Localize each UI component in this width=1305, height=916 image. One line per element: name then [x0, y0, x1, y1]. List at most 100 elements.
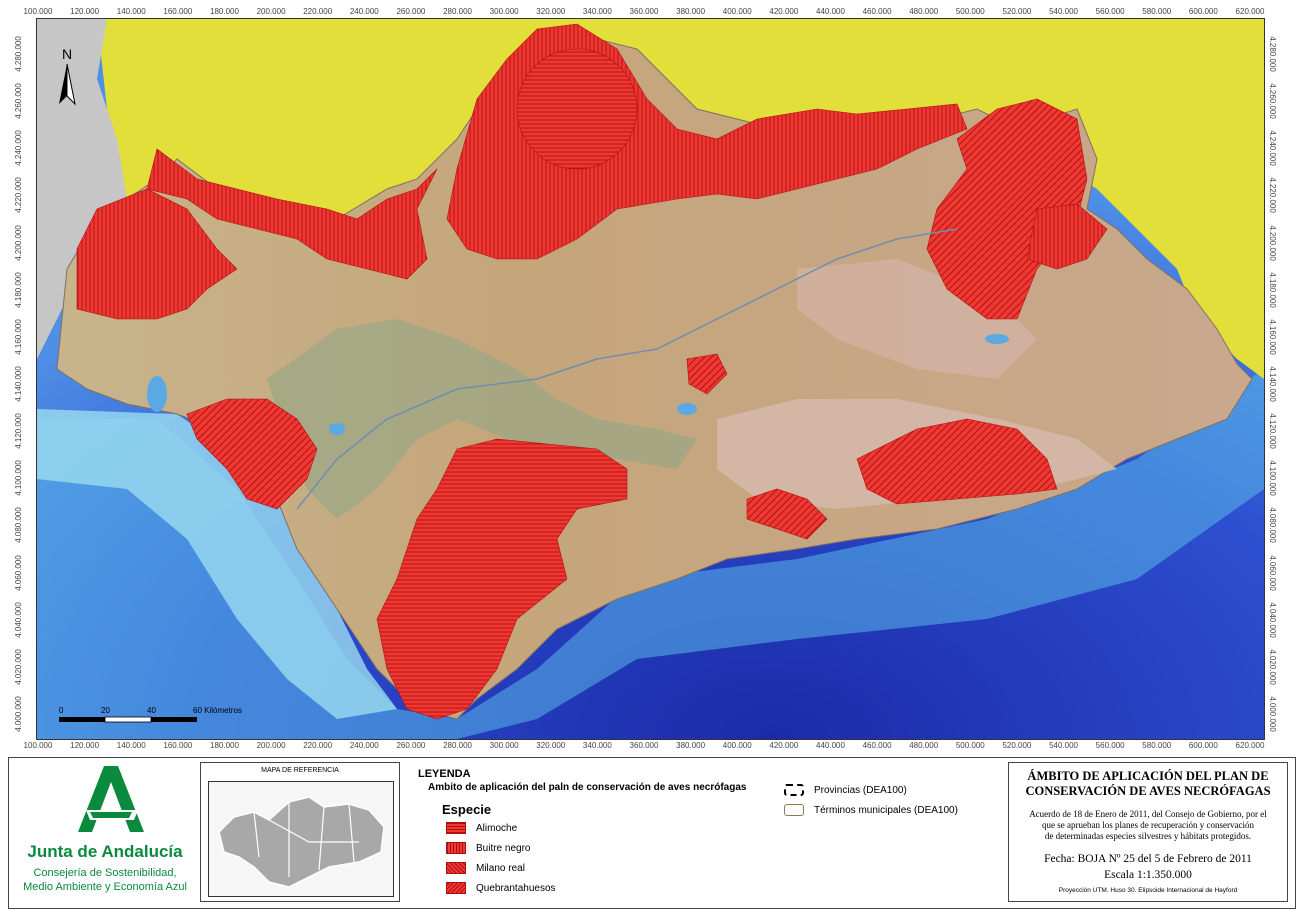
legend-label-quebrantahuesos: Quebrantahuesos: [476, 882, 556, 894]
map-canvas[interactable]: N 0 20 40 60 Kilómetros: [37, 19, 1264, 739]
org-name: Junta de Andalucía: [27, 842, 183, 861]
legend-item-quebrantahuesos: Quebrantahuesos: [446, 882, 556, 894]
x-tick-top: 120.000: [70, 7, 100, 16]
x-tick-top: 220.000: [303, 7, 333, 16]
x-tick-bottom: 160.000: [163, 741, 193, 750]
x-tick-bottom: 380.000: [676, 741, 706, 750]
reference-map-panel: MAPA DE REFERENCIA: [200, 762, 400, 902]
department-line2: Medio Ambiente y Economía Azul: [23, 881, 187, 893]
legend-item-terminos: Términos municipales (DEA100): [784, 804, 958, 816]
y-tick-left: 4.000.000: [14, 696, 23, 732]
x-tick-bottom: 400.000: [722, 741, 752, 750]
logo-block: Junta de Andalucía Consejería de Sosteni…: [20, 762, 190, 902]
y-tick-left: 4.260.000: [14, 83, 23, 119]
swatch-milano-real: [446, 862, 466, 874]
x-tick-bottom: 220.000: [303, 741, 333, 750]
y-tick-right: 4.160.000: [1268, 319, 1277, 355]
x-tick-top: 400.000: [722, 7, 752, 16]
legend-label-terminos: Términos municipales (DEA100): [814, 804, 958, 816]
y-tick-right: 4.220.000: [1268, 177, 1277, 214]
x-tick-bottom: 320.000: [536, 741, 566, 750]
x-tick-top: 240.000: [349, 7, 379, 16]
projection-line: Proyección UTM. Huso 30. Elipsoide Inter…: [1058, 887, 1238, 894]
x-tick-top: 580.000: [1142, 7, 1172, 16]
swatch-quebrantahuesos: [446, 882, 466, 894]
y-tick-left: 4.020.000: [14, 649, 23, 685]
x-tick-top: 600.000: [1188, 7, 1218, 16]
x-tick-bottom: 360.000: [629, 741, 659, 750]
x-tick-bottom: 180.000: [209, 741, 239, 750]
y-tick-right: 4.260.000: [1268, 83, 1277, 119]
x-tick-bottom: 580.000: [1142, 741, 1172, 750]
x-tick-top: 420.000: [769, 7, 799, 16]
y-tick-right: 4.200.000: [1268, 224, 1277, 261]
y-tick-right: 4.040.000: [1268, 601, 1277, 638]
y-tick-left: 4.220.000: [14, 177, 23, 214]
x-tick-top: 380.000: [676, 7, 706, 16]
x-tick-bottom: 340.000: [582, 741, 612, 750]
y-tick-left: 4.120.000: [14, 413, 23, 449]
x-tick-bottom: 420.000: [769, 741, 799, 750]
x-tick-bottom: 100.000: [23, 741, 53, 750]
x-tick-top: 440.000: [815, 7, 845, 16]
scale-line: Escala 1:1.350.000: [1104, 869, 1192, 881]
x-tick-bottom: 260.000: [396, 741, 426, 750]
y-tick-left: 4.080.000: [14, 507, 23, 544]
scale-label-0: 0: [59, 706, 64, 715]
x-tick-top: 460.000: [862, 7, 892, 16]
y-tick-left: 4.280.000: [14, 36, 23, 72]
x-tick-bottom: 300.000: [489, 741, 519, 750]
area-alimoche-circle[interactable]: [516, 48, 638, 170]
x-tick-bottom: 540.000: [1049, 741, 1078, 750]
x-tick-top: 340.000: [582, 7, 612, 16]
x-tick-top: 620.000: [1235, 7, 1265, 16]
x-tick-top: 540.000: [1049, 7, 1078, 16]
y-tick-left: 4.240.000: [14, 130, 23, 167]
y-tick-right: 4.180.000: [1268, 271, 1277, 308]
map-frame[interactable]: N 0 20 40 60 Kilómetros: [36, 18, 1265, 740]
legend-species-heading: Especie: [442, 802, 492, 817]
scale-label-40: 40: [147, 706, 156, 715]
scale-label-60: 60 Kilómetros: [193, 706, 242, 715]
x-tick-bottom: 500.000: [955, 741, 985, 750]
date-line: Fecha: BOJA Nº 25 del 5 de Febrero de 20…: [1044, 853, 1252, 865]
x-tick-top: 300.000: [489, 7, 519, 16]
desc-line1: Acuerdo de 18 de Enero de 2011, del Cons…: [1029, 809, 1267, 819]
x-tick-top: 280.000: [443, 7, 472, 16]
y-tick-left: 4.200.000: [14, 224, 23, 261]
y-tick-right: 4.120.000: [1268, 413, 1277, 449]
reference-map-shape: [218, 796, 385, 888]
swatch-buitre-negro: [446, 842, 466, 854]
y-tick-right: 4.080.000: [1268, 507, 1277, 544]
desc-line2: que se aprueban los planes de recuperaci…: [1042, 820, 1254, 830]
swatch-alimoche: [446, 822, 466, 834]
x-tick-bottom: 620.000: [1235, 741, 1265, 750]
legend-panel: LEYENDA Ambito de aplicación del paln de…: [408, 762, 1000, 902]
x-tick-bottom: 280.000: [443, 741, 472, 750]
x-tick-bottom: 520.000: [1002, 741, 1032, 750]
swatch-provincias: [784, 784, 804, 796]
y-tick-left: 4.040.000: [14, 601, 23, 638]
legend-title: LEYENDA: [418, 768, 471, 780]
y-tick-left: 4.100.000: [14, 460, 23, 497]
x-tick-bottom: 480.000: [909, 741, 939, 750]
legend-label-buitre-negro: Buitre negro: [476, 842, 531, 854]
legend-item-buitre-negro: Buitre negro: [446, 842, 530, 854]
x-tick-top: 260.000: [396, 7, 426, 16]
x-tick-top: 560.000: [1095, 7, 1125, 16]
reference-map-inset[interactable]: [208, 781, 394, 897]
y-tick-right: 4.140.000: [1268, 366, 1277, 402]
x-tick-top: 100.000: [23, 7, 53, 16]
desc-line3: de determinadas especies silvestres y há…: [1044, 831, 1252, 841]
title-block: ÁMBITO DE APLICACIÓN DEL PLAN DE CONSERV…: [1008, 762, 1288, 902]
y-tick-right: 4.240.000: [1268, 130, 1277, 167]
x-tick-bottom: 560.000: [1095, 741, 1125, 750]
legend-label-alimoche: Alimoche: [476, 822, 518, 834]
y-tick-right: 4.060.000: [1268, 554, 1277, 591]
scale-label-20: 20: [101, 706, 110, 715]
x-tick-bottom: 240.000: [349, 741, 379, 750]
x-tick-bottom: 120.000: [70, 741, 100, 750]
y-tick-right: 4.020.000: [1268, 649, 1277, 685]
department-line1: Consejería de Sostenibilidad,: [33, 867, 177, 879]
y-tick-left: 4.060.000: [14, 554, 23, 591]
